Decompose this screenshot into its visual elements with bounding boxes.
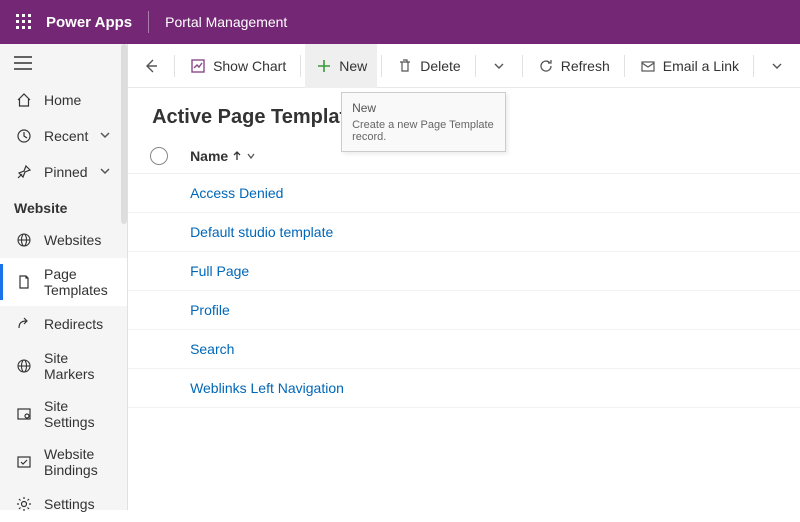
email-link-button[interactable]: Email a Link [629,44,749,88]
sidebar: Home Recent Pinned Website Websites Page… [0,44,128,510]
column-header-name[interactable]: Name [190,148,256,164]
table-row[interactable]: Profile [128,291,800,330]
nav-site-settings[interactable]: Site Settings [0,390,127,438]
nav-label: Recent [44,128,99,144]
nav-home[interactable]: Home [0,82,127,118]
plus-icon [315,57,333,75]
record-link[interactable]: Full Page [190,263,249,279]
nav-settings[interactable]: Settings [0,486,127,522]
separator [522,55,523,77]
nav-label: Home [44,92,113,108]
chevron-down-icon [246,151,256,161]
chevron-down-icon [768,57,786,75]
nav-label: Website Bindings [44,446,113,478]
gear-icon [14,494,34,514]
command-bar: Show Chart New Delete Refresh [128,44,800,88]
cmd-label: Email a Link [663,58,739,74]
redirect-icon [14,314,34,334]
nav-section-website: Website [0,190,127,222]
tooltip-body: Create a new Page Template record. [352,119,495,143]
nav-websites[interactable]: Websites [0,222,127,258]
table-row[interactable]: Default studio template [128,213,800,252]
separator [475,55,476,77]
grid-rows: Access Denied Default studio template Full… [128,174,800,408]
cmd-label: Show Chart [213,58,286,74]
nav-label: Websites [44,232,113,248]
new-button[interactable]: New [305,44,377,88]
tooltip-title: New [352,101,495,115]
top-divider [148,11,149,33]
top-bar: Power Apps Portal Management [0,0,800,44]
record-link[interactable]: Access Denied [190,185,283,201]
nav-pinned[interactable]: Pinned [0,154,127,190]
refresh-icon [537,57,555,75]
nav-site-markers[interactable]: Site Markers [0,342,127,390]
show-chart-button[interactable]: Show Chart [179,44,296,88]
table-row[interactable]: Full Page [128,252,800,291]
nav-label: Redirects [44,316,113,332]
nav-label: Pinned [44,164,99,180]
settings-card-icon [14,404,34,424]
nav-label: Page Templates [44,266,113,298]
brand-label: Power Apps [46,14,132,31]
nav-redirects[interactable]: Redirects [0,306,127,342]
chevron-down-icon [99,129,113,143]
separator [753,55,754,77]
email-link-dropdown[interactable] [758,44,796,88]
globe-icon [14,230,34,250]
column-label: Name [190,148,228,164]
separator [624,55,625,77]
record-link[interactable]: Profile [190,302,230,318]
pin-icon [14,162,34,182]
bindings-icon [14,452,34,472]
page-icon [14,272,34,292]
nav-page-templates[interactable]: Page Templates [0,258,127,306]
chevron-down-icon [99,165,113,179]
delete-button[interactable]: Delete [386,44,470,88]
email-icon [639,57,657,75]
delete-dropdown[interactable] [480,44,518,88]
new-tooltip: New Create a new Page Template record. [341,92,506,152]
home-icon [14,90,34,110]
main-area: Show Chart New Delete Refresh [128,44,800,510]
waffle-icon[interactable] [8,6,40,38]
nav-recent[interactable]: Recent [0,118,127,154]
record-link[interactable]: Default studio template [190,224,333,240]
app-title: Portal Management [165,14,287,30]
table-row[interactable]: Weblinks Left Navigation [128,369,800,408]
cmd-label: Refresh [561,58,610,74]
select-all-checkbox[interactable] [150,147,168,165]
trash-icon [396,57,414,75]
sort-asc-icon [232,151,242,161]
cmd-label: Delete [420,58,460,74]
nav-label: Site Markers [44,350,113,382]
separator [300,55,301,77]
back-button[interactable] [132,44,170,88]
table-row[interactable]: Access Denied [128,174,800,213]
clock-icon [14,126,34,146]
chevron-down-icon [490,57,508,75]
separator [381,55,382,77]
back-icon [142,57,160,75]
refresh-button[interactable]: Refresh [527,44,620,88]
nav-label: Site Settings [44,398,113,430]
table-row[interactable]: Search [128,330,800,369]
nav-website-bindings[interactable]: Website Bindings [0,438,127,486]
separator [174,55,175,77]
chart-icon [189,57,207,75]
record-link[interactable]: Weblinks Left Navigation [190,380,344,396]
globe-icon [14,356,34,376]
hamburger-button[interactable] [0,44,127,82]
record-link[interactable]: Search [190,341,234,357]
cmd-label: New [339,58,367,74]
